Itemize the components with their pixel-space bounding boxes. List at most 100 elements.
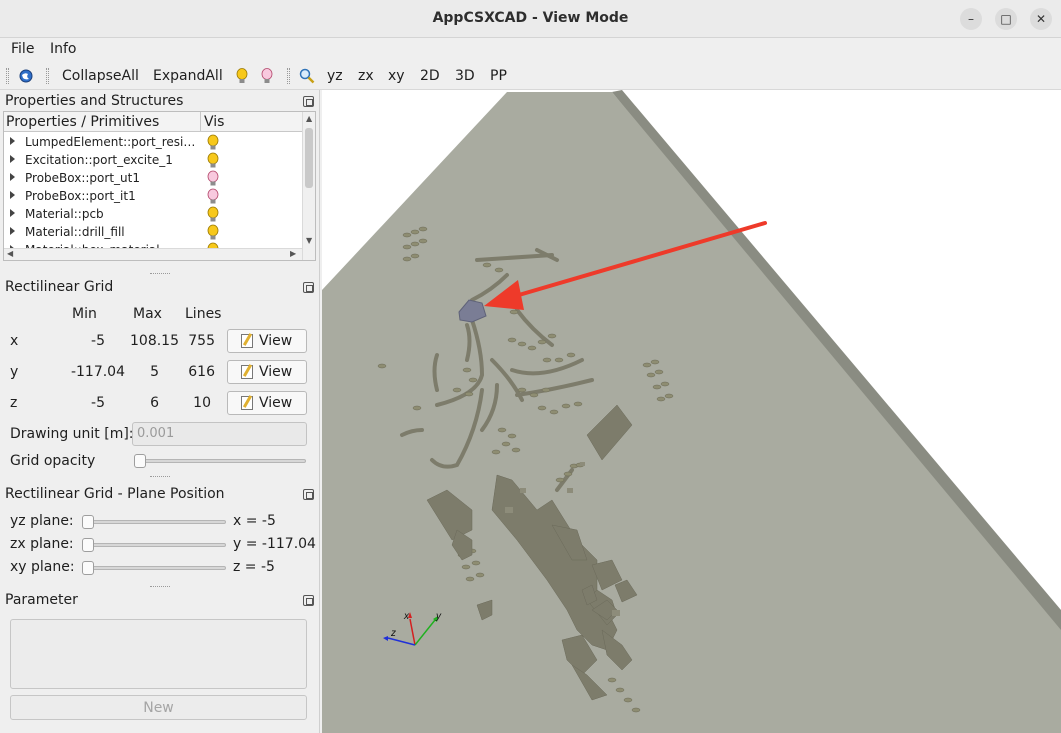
menu-info[interactable]: Info <box>50 41 77 57</box>
tree-item-label: ProbeBox::port_it1 <box>25 189 136 203</box>
scroll-up-icon[interactable]: ▲ <box>306 114 312 123</box>
grid-lines-value: 755 <box>188 333 215 349</box>
dock-splitter[interactable] <box>150 586 170 589</box>
dock-splitter[interactable] <box>150 476 170 479</box>
tree-row[interactable]: Material::drill_fill <box>4 223 302 241</box>
drawing-unit-input[interactable]: 0.001 <box>132 422 307 446</box>
tree-vertical-scrollbar[interactable]: ▲ ▼ <box>302 112 315 260</box>
view-2d-button[interactable]: 2D <box>420 68 440 84</box>
window-title: AppCSXCAD - View Mode <box>432 10 629 26</box>
view-y-grid-button[interactable]: View <box>227 360 307 384</box>
tree-item-label: LumpedElement::port_resist_1 <box>25 135 200 149</box>
grid-min-value: -117.04 <box>70 364 125 380</box>
tree-header: Properties / Primitives Vis <box>4 112 302 132</box>
bulb-on-icon[interactable] <box>206 224 220 241</box>
bulb-on-icon[interactable] <box>206 152 220 169</box>
properties-tree[interactable]: Properties / Primitives Vis LumpedElemen… <box>3 111 316 261</box>
tree-item-label: Material::pcb <box>25 207 104 221</box>
expand-arrow-icon[interactable] <box>10 191 15 199</box>
scroll-down-icon[interactable]: ▼ <box>306 236 312 245</box>
xy-plane-handle[interactable] <box>82 561 94 575</box>
grid-max-value: 6 <box>150 395 159 411</box>
zx-plane-value: y = -117.04 <box>233 536 316 552</box>
grid-min-value: -5 <box>91 333 105 349</box>
grid-opacity-label: Grid opacity <box>10 453 96 469</box>
zx-plane-label: zx plane: <box>10 536 74 552</box>
float-dock-icon[interactable] <box>303 96 314 107</box>
bulb-off-icon[interactable] <box>206 188 220 205</box>
parameter-list[interactable] <box>10 619 307 689</box>
expand-arrow-icon[interactable] <box>10 227 15 235</box>
tree-row[interactable]: Excitation::port_excite_1 <box>4 151 302 169</box>
expand-arrow-icon[interactable] <box>10 209 15 217</box>
axis-y-label: y <box>435 611 442 622</box>
left-dock-panel: Properties and Structures Properties / P… <box>0 90 320 733</box>
edit-icon <box>241 334 253 348</box>
expand-all-button[interactable]: ExpandAll <box>153 68 223 84</box>
yz-plane-handle[interactable] <box>82 515 94 529</box>
yz-plane-value: x = -5 <box>233 513 276 529</box>
view-3d-button[interactable]: 3D <box>455 68 475 84</box>
view-button-label: View <box>259 333 293 349</box>
bulb-on-icon[interactable] <box>233 67 251 85</box>
toolbar-grip[interactable] <box>6 68 9 84</box>
tree-row[interactable]: ProbeBox::port_it1 <box>4 187 302 205</box>
view-xy-button[interactable]: xy <box>388 68 405 84</box>
float-dock-icon[interactable] <box>303 282 314 293</box>
yz-plane-slider[interactable] <box>82 520 226 524</box>
toolbar-grip[interactable] <box>287 68 290 84</box>
expand-arrow-icon[interactable] <box>10 173 15 181</box>
globe-icon[interactable] <box>17 67 35 85</box>
bulb-on-icon[interactable] <box>206 134 220 151</box>
bulb-off-icon[interactable] <box>206 170 220 187</box>
collapse-all-button[interactable]: CollapseAll <box>62 68 139 84</box>
expand-arrow-icon[interactable] <box>10 137 15 145</box>
float-dock-icon[interactable] <box>303 489 314 500</box>
view-zx-button[interactable]: zx <box>358 68 374 84</box>
column-vis[interactable]: Vis <box>204 114 224 130</box>
view-yz-button[interactable]: yz <box>327 68 343 84</box>
zx-plane-slider[interactable] <box>82 543 226 547</box>
parameter-dock-title: Parameter <box>5 592 78 608</box>
column-separator[interactable] <box>200 112 201 132</box>
grid-min-value: -5 <box>91 395 105 411</box>
view-x-grid-button[interactable]: View <box>227 329 307 353</box>
view-z-grid-button[interactable]: View <box>227 391 307 415</box>
grid-lines-value: 616 <box>188 364 215 380</box>
maximize-button[interactable]: □ <box>995 8 1017 30</box>
drawing-unit-label: Drawing unit [m]: <box>10 426 134 442</box>
tree-horizontal-scrollbar[interactable]: ◀ ▶ <box>4 248 302 260</box>
grid-dock-title: Rectilinear Grid <box>5 279 114 295</box>
zoom-fit-icon[interactable] <box>298 67 316 85</box>
grid-opacity-handle[interactable] <box>134 454 146 468</box>
close-button[interactable]: ✕ <box>1030 8 1052 30</box>
scroll-right-icon[interactable]: ▶ <box>290 249 296 258</box>
minimize-button[interactable]: – <box>960 8 982 30</box>
tree-item-label: ProbeBox::port_ut1 <box>25 171 140 185</box>
new-parameter-button[interactable]: New <box>10 695 307 720</box>
float-dock-icon[interactable] <box>303 595 314 606</box>
tree-row[interactable]: Material::pcb <box>4 205 302 223</box>
app-window: AppCSXCAD - View Mode – □ ✕ File Info Co… <box>0 0 1061 733</box>
grid-max-value: 5 <box>150 364 159 380</box>
tree-row[interactable]: ProbeBox::port_ut1 <box>4 169 302 187</box>
grid-opacity-slider[interactable] <box>134 459 306 463</box>
bulb-off-icon[interactable] <box>258 67 276 85</box>
menu-file[interactable]: File <box>11 41 34 57</box>
tree-row[interactable]: LumpedElement::port_resist_1 <box>4 133 302 151</box>
grid-axis-label: z <box>10 395 18 411</box>
toolbar-grip[interactable] <box>46 68 49 84</box>
column-primitives[interactable]: Properties / Primitives <box>6 114 159 130</box>
expand-arrow-icon[interactable] <box>10 155 15 163</box>
dock-splitter[interactable] <box>150 273 170 276</box>
pp-button[interactable]: PP <box>490 68 507 84</box>
zx-plane-handle[interactable] <box>82 538 94 552</box>
scrollbar-thumb[interactable] <box>305 128 313 188</box>
bulb-on-icon[interactable] <box>206 206 220 223</box>
scroll-left-icon[interactable]: ◀ <box>7 249 13 258</box>
xy-plane-slider[interactable] <box>82 566 226 570</box>
3d-viewport[interactable]: x y z <box>322 90 1061 733</box>
pcb-render[interactable]: x y z <box>322 90 1061 733</box>
grid-lines-value: 10 <box>193 395 211 411</box>
pcb-board[interactable] <box>322 92 1061 733</box>
